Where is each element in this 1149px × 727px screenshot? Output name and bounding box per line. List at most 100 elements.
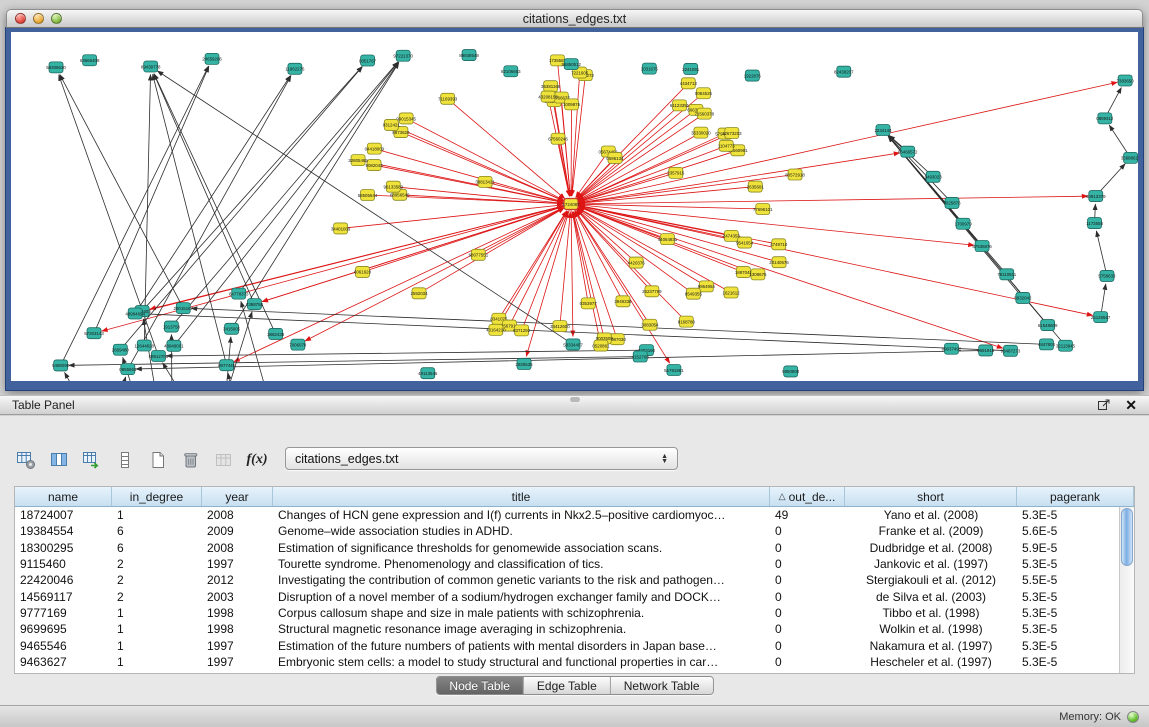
table-cell: 18300295 — [15, 541, 112, 555]
scrollbar-thumb[interactable] — [1121, 508, 1133, 566]
svg-text:89439778: 89439778 — [141, 64, 161, 69]
window-titlebar[interactable]: citations_edges.txt — [6, 9, 1143, 28]
svg-text:12673203: 12673203 — [722, 131, 742, 136]
minimize-window-button[interactable] — [33, 13, 44, 24]
svg-text:84778373: 84778373 — [229, 291, 249, 296]
column-header-in_degree[interactable]: in_degree — [112, 487, 202, 506]
new-file-button[interactable] — [144, 446, 172, 474]
table-cell: Embryonic stem cells: a model to study s… — [273, 655, 770, 669]
svg-text:43164210: 43164210 — [486, 328, 506, 333]
table-cell: 2012 — [202, 573, 273, 587]
table-cell: Dudbridge et al. (2008) — [845, 541, 1017, 555]
vertical-scrollbar[interactable] — [1119, 507, 1134, 673]
table-row[interactable]: 1872400712008Changes of HCN gene express… — [15, 507, 1134, 523]
table-cell: 0 — [770, 541, 845, 555]
svg-text:4420376: 4420376 — [628, 260, 646, 265]
svg-text:9691916: 9691916 — [977, 348, 995, 353]
tab-edge-table[interactable]: Edge Table — [524, 677, 611, 694]
table-cell: 9777169 — [15, 606, 112, 620]
svg-text:57263143: 57263143 — [84, 331, 104, 336]
table-settings-button[interactable] — [12, 446, 40, 474]
svg-text:8168780: 8168780 — [678, 319, 696, 324]
svg-text:2669480: 2669480 — [112, 348, 130, 353]
svg-text:0353977: 0353977 — [580, 301, 598, 306]
svg-text:4434713: 4434713 — [680, 81, 698, 86]
table-cell: 1 — [112, 622, 202, 636]
column-header-title[interactable]: title — [273, 487, 770, 506]
show-columns-button[interactable] — [45, 446, 73, 474]
svg-text:1913758: 1913758 — [163, 324, 181, 329]
table-cell: 0 — [770, 639, 845, 653]
svg-text:68077551: 68077551 — [469, 253, 489, 258]
svg-text:0520861: 0520861 — [592, 343, 610, 348]
close-window-button[interactable] — [15, 13, 26, 24]
svg-text:58334407: 58334407 — [563, 342, 583, 347]
select-all-table-button[interactable] — [78, 446, 106, 474]
table-cell: Tibbo et al. (1998) — [845, 606, 1017, 620]
column-header-short[interactable]: short — [845, 487, 1017, 506]
node-table: namein_degree year title△out_de...short pag… — [14, 486, 1135, 674]
tab-network-table[interactable]: Network Table — [611, 677, 713, 694]
svg-text:77696101: 77696101 — [753, 207, 773, 212]
row-tools-button[interactable] — [111, 446, 139, 474]
tab-node-table[interactable]: Node Table — [436, 677, 524, 694]
svg-text:99015345: 99015345 — [396, 116, 416, 121]
table-row[interactable]: 1830029562008Estimation of significance … — [15, 540, 1134, 556]
table-panel-header[interactable]: Table Panel ✕ — [0, 395, 1149, 415]
zoom-window-button[interactable] — [51, 13, 62, 24]
svg-text:2234144: 2234144 — [874, 128, 892, 133]
table-cell: 0 — [770, 590, 845, 604]
table-row[interactable]: 946554611997Estimation of the future num… — [15, 637, 1134, 653]
svg-text:58309610: 58309610 — [46, 65, 66, 70]
table-cell: 0 — [770, 622, 845, 636]
close-panel-icon[interactable]: ✕ — [1125, 398, 1137, 412]
table-row[interactable]: 911546021997Tourette syndrome. Phenomeno… — [15, 556, 1134, 572]
table-cell: 2 — [112, 590, 202, 604]
table-cell: 5.3E-5 — [1017, 508, 1134, 522]
table-row[interactable]: 1938455462009Genome–wide association stu… — [15, 523, 1134, 539]
svg-text:0051767: 0051767 — [359, 58, 377, 63]
svg-text:2357915: 2357915 — [667, 171, 685, 176]
svg-text:7383650: 7383650 — [1117, 78, 1135, 83]
table-cell: de Silva et al. (2003) — [845, 590, 1017, 604]
table-row[interactable]: 969969511998Structural magnetic resonanc… — [15, 621, 1134, 637]
svg-text:38813421: 38813421 — [475, 180, 495, 185]
svg-text:71560378: 71560378 — [694, 111, 714, 116]
svg-text:5488090: 5488090 — [52, 363, 70, 368]
table-row[interactable]: 977716911998Corpus callosum shape and si… — [15, 605, 1134, 621]
svg-text:43208158: 43208158 — [538, 94, 558, 99]
float-panel-icon[interactable] — [1097, 398, 1111, 412]
network-canvas[interactable]: 5850564461123351887362017355810084525046… — [11, 32, 1138, 381]
column-header-pagerank[interactable]: pagerank — [1017, 487, 1134, 506]
svg-text:1009876: 1009876 — [563, 102, 581, 107]
column-label: year — [225, 490, 248, 504]
import-table-button[interactable] — [210, 446, 238, 474]
table-row[interactable]: 946362711997Embryonic stem cells: a mode… — [15, 654, 1134, 670]
svg-text:26237769: 26237769 — [642, 289, 662, 294]
table-row[interactable]: 2242004622012Investigating the contribut… — [15, 572, 1134, 588]
svg-text:24659206: 24659206 — [202, 57, 222, 62]
svg-text:9082043: 9082043 — [366, 163, 384, 168]
svg-text:93487273: 93487273 — [1001, 349, 1021, 354]
table-selector-dropdown[interactable]: citations_edges.txt ▲▼ — [285, 447, 678, 470]
column-header-name[interactable]: name — [15, 487, 112, 506]
column-header-out_de[interactable]: △out_de... — [770, 487, 845, 506]
table-cell: 49 — [770, 508, 845, 522]
table-cell: 5.9E-5 — [1017, 541, 1134, 555]
svg-text:49113546: 49113546 — [418, 371, 438, 376]
function-builder-button[interactable]: f(x) — [243, 446, 271, 474]
panel-resize-grip[interactable] — [570, 397, 580, 402]
table-cell: 1 — [112, 508, 202, 522]
column-header-year[interactable]: year — [202, 487, 273, 506]
svg-text:2241091: 2241091 — [682, 67, 700, 72]
window-controls — [15, 13, 62, 24]
table-row[interactable]: 1456911722003Disruption of a novel membe… — [15, 588, 1134, 604]
table-cell: 6 — [112, 541, 202, 555]
column-label: pagerank — [1050, 490, 1100, 504]
svg-text:1308675: 1308675 — [749, 272, 767, 277]
fx-icon: f(x) — [247, 452, 268, 468]
delete-button[interactable] — [177, 446, 205, 474]
table-cell: 1 — [112, 606, 202, 620]
sort-indicator-icon: △ — [779, 491, 786, 502]
table-cell: 2003 — [202, 590, 273, 604]
